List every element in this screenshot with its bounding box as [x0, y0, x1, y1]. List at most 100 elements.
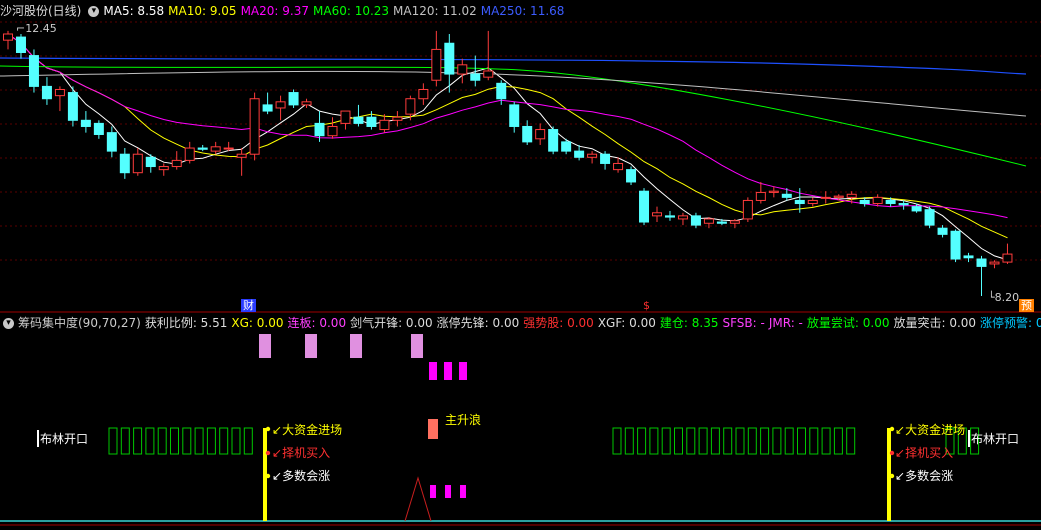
- candle-body: [820, 196, 831, 199]
- ma10-value: MA10: 9.05: [168, 4, 237, 18]
- bollinger-box: [760, 427, 770, 455]
- candle-body: [184, 147, 195, 161]
- candle-body: [716, 221, 727, 224]
- candle-body: [106, 132, 117, 152]
- dropdown-icon[interactable]: ▾: [3, 318, 14, 329]
- candle-body: [690, 215, 701, 226]
- dropdown-icon[interactable]: ▾: [88, 6, 100, 17]
- bollinger-box: [108, 427, 118, 455]
- candle-body: [768, 190, 779, 193]
- signal-dot: [265, 426, 271, 432]
- bollinger-box: [194, 427, 204, 455]
- low-price-value: 8.20: [994, 291, 1020, 304]
- candle-body: [353, 116, 364, 124]
- bollinger-box: [243, 427, 253, 455]
- candle-body: [93, 122, 104, 135]
- qiangshi-value: 强势股: 0.00: [523, 316, 594, 330]
- candle-body: [418, 88, 429, 100]
- candle-body: [872, 196, 883, 205]
- candle-body: [677, 215, 688, 220]
- stock-chart[interactable]: [0, 0, 1041, 530]
- lianban-value: 连板: 0.00: [287, 316, 347, 330]
- candle-body: [729, 220, 740, 224]
- triangle-marker: [404, 476, 432, 522]
- sfsb-value: SFSB: -: [722, 316, 765, 330]
- candle-body: [431, 48, 442, 81]
- bollinger-box: [157, 427, 167, 455]
- candle-body: [444, 42, 455, 75]
- bollinger-box: [649, 427, 659, 455]
- forecast-tag[interactable]: 预: [1019, 299, 1034, 312]
- signal-bar: [430, 485, 436, 498]
- candle-body: [885, 199, 896, 205]
- zhangtingyj-value: 涨停预警: 0.00: [980, 316, 1041, 330]
- qiangshi-bar: [444, 362, 452, 380]
- candle-body: [249, 98, 260, 155]
- low-price-label: └8.20: [988, 291, 1020, 304]
- bollinger-box: [698, 427, 708, 455]
- financial-report-tag[interactable]: 财: [241, 299, 256, 312]
- main-chart-header: 沙河股份(日线) ▾ MA5: 8.58 MA10: 9.05 MA20: 9.37 MA…: [0, 2, 568, 20]
- candle-body: [54, 88, 65, 97]
- candle-body: [574, 150, 585, 158]
- bollinger-box: [846, 427, 856, 455]
- bollinger-box: [182, 427, 192, 455]
- dollar-event-tag[interactable]: $: [641, 299, 652, 312]
- dazijin-label-1: ↙大资金进场: [272, 423, 343, 437]
- candle-body: [937, 227, 948, 235]
- profit-ratio: 获利比例: 5.51: [144, 316, 228, 330]
- signal-dot: [265, 473, 271, 479]
- zhushenglang-bar: [428, 419, 438, 439]
- candle-body: [859, 199, 870, 205]
- duoshu-label-2: ↙多数会涨: [895, 469, 954, 483]
- high-price-label: ⌐12.45: [16, 22, 57, 35]
- candle-body: [15, 36, 26, 53]
- bollinger-box: [784, 427, 794, 455]
- indicator-title[interactable]: 筹码集中度(90,70,27): [18, 316, 141, 330]
- candle-body: [327, 125, 338, 137]
- bollinger-box: [231, 427, 241, 455]
- bollinger-box: [809, 427, 819, 455]
- ma10-line: [7, 33, 1008, 239]
- lianban-bar: [305, 334, 317, 358]
- candle-body: [794, 199, 805, 205]
- dazijin-label-2: ↙大资金进场: [895, 423, 966, 437]
- qiangshi-bar: [429, 362, 437, 380]
- candle-body: [171, 159, 182, 168]
- zhushenglang-label: 主升浪: [445, 413, 482, 427]
- candle-body: [275, 101, 286, 109]
- candle-body: [210, 146, 221, 152]
- candle-body: [366, 116, 377, 127]
- signal-dot: [265, 450, 271, 456]
- candle-body: [898, 203, 909, 206]
- candle-body: [522, 125, 533, 143]
- duoshu-text-2: 多数会涨: [905, 469, 954, 483]
- qiangshi-bar: [459, 362, 467, 380]
- bollinger-box: [772, 427, 782, 455]
- candle-body: [80, 119, 91, 127]
- indicator-header: ▾ 筹码集中度(90,70,27) 获利比例: 5.51 XG: 0.00 连板: 0.…: [0, 314, 1041, 332]
- candle-body: [236, 153, 247, 158]
- candle-body: [28, 55, 39, 87]
- xg-value: XG: 0.00: [231, 316, 284, 330]
- candle-body: [67, 92, 78, 121]
- bollinger-box: [797, 427, 806, 455]
- bollinger-box: [747, 427, 757, 455]
- chart-title[interactable]: 沙河股份(日线): [0, 4, 81, 18]
- candle-body: [158, 166, 169, 171]
- candle-body: [41, 85, 52, 100]
- high-price-value: 12.45: [25, 22, 57, 35]
- candle-body: [561, 141, 572, 152]
- lianban-bar: [411, 334, 423, 358]
- ma20-line: [7, 33, 1008, 219]
- bollinger-box: [206, 427, 216, 455]
- bollinger-box: [710, 427, 720, 455]
- bulin-label-right: 布林开口: [968, 430, 1019, 447]
- signal-dot: [889, 450, 895, 456]
- candle-body: [145, 156, 156, 168]
- bollinger-box: [661, 427, 671, 455]
- candle-body: [1002, 253, 1013, 263]
- jiancang-value: 建仓: 8.35: [659, 316, 719, 330]
- candle-body: [652, 212, 662, 217]
- candle-body: [483, 70, 494, 78]
